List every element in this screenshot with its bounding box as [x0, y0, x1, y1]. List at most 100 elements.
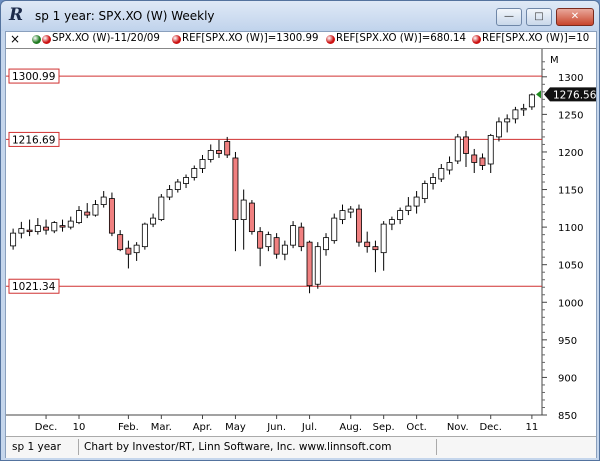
title-bar[interactable]: R sp 1 year: SPX.XO (W) Weekly — □ ✕	[1, 1, 599, 31]
plot-area	[6, 49, 542, 415]
candle-body	[67, 220, 74, 228]
candle-body	[10, 232, 17, 247]
candle-body	[117, 234, 124, 251]
y-tick-label: 950	[558, 336, 577, 347]
last-price-label: 1276.56	[553, 89, 596, 101]
candle-body	[240, 199, 247, 220]
candle-body	[26, 229, 33, 233]
candle-body	[125, 247, 132, 255]
candle-body	[59, 225, 66, 228]
x-tick-label: Oct.	[406, 422, 426, 433]
reference-line-label: 1216.69	[12, 134, 55, 146]
candle-body	[438, 168, 445, 180]
close-button[interactable]: ✕	[556, 8, 594, 26]
candle-body	[463, 136, 469, 154]
candle-body	[84, 211, 91, 216]
reference-line-label: 1021.34	[12, 281, 56, 293]
candle-body	[265, 234, 272, 248]
candle-body	[405, 205, 412, 211]
candle-body	[339, 210, 346, 220]
candle-body	[430, 177, 437, 184]
candle-body	[446, 162, 453, 171]
x-tick-label: Apr.	[193, 422, 213, 433]
y-tick-label: 850	[558, 411, 577, 422]
candle-body	[199, 159, 206, 169]
status-bar: sp 1 year Chart by Investor/RT, Linn Sof…	[6, 436, 596, 458]
candle-body	[323, 237, 329, 251]
candle-body	[454, 136, 461, 162]
candle-body	[166, 189, 173, 198]
candle-body	[174, 181, 181, 190]
m-label: M	[550, 55, 559, 66]
candle-body	[413, 196, 420, 207]
candle-body	[314, 246, 321, 285]
candle-body	[397, 210, 404, 220]
candle-body	[141, 223, 148, 248]
candle-body	[356, 208, 362, 243]
x-tick-label: Jul.	[301, 422, 317, 433]
candle-body	[306, 241, 313, 287]
window-title: sp 1 year: SPX.XO (W) Weekly	[35, 9, 215, 23]
candle-body	[504, 118, 511, 123]
candle-body	[479, 157, 486, 166]
candle-body	[150, 217, 157, 225]
candle-body	[495, 121, 502, 138]
candle-body	[216, 150, 222, 154]
candle-body	[528, 94, 535, 108]
candle-body	[92, 204, 99, 216]
candle-body	[364, 241, 371, 248]
candlestick-chart: M 1300.99 1216.69 1021.34 850 900 950 1000 105…	[6, 49, 596, 433]
y-tick-label: 1300	[558, 73, 583, 84]
chart-client-area: × SPX.XO (W)-11/20/09 REF[SPX.XO (W)]=13…	[5, 31, 597, 458]
reference-line-label: 1300.99	[12, 71, 55, 83]
x-tick-label: 10	[73, 422, 86, 433]
candle-body	[191, 168, 198, 178]
candle-body	[257, 231, 264, 249]
status-divider	[436, 439, 437, 455]
candle-body	[34, 225, 41, 233]
x-tick-label: Aug.	[339, 422, 362, 433]
candle-body	[232, 157, 239, 220]
status-divider	[78, 439, 79, 455]
y-tick-label: 1250	[558, 110, 583, 121]
candle-body	[108, 198, 115, 234]
candle-body	[51, 222, 58, 232]
candle-body	[273, 237, 280, 255]
y-tick-label: 900	[558, 373, 577, 384]
x-tick-label: Feb.	[118, 422, 139, 433]
candle-body	[76, 210, 82, 224]
x-tick-label: 11	[526, 422, 539, 433]
y-tick-label: 1100	[558, 223, 583, 234]
candle-body	[471, 154, 478, 163]
x-tick-label: Mar.	[151, 422, 172, 433]
candle-body	[207, 150, 214, 160]
chart-window: R sp 1 year: SPX.XO (W) Weekly — □ ✕ × S…	[0, 0, 600, 461]
x-tick-label: Dec.	[35, 422, 58, 433]
candle-body	[183, 177, 189, 184]
candle-body	[512, 109, 519, 120]
candle-body	[158, 196, 165, 220]
candle-body	[347, 208, 354, 213]
maximize-button[interactable]: □	[526, 8, 552, 26]
candle-body	[133, 244, 140, 254]
candle-body	[520, 107, 527, 111]
candle-body	[372, 246, 379, 251]
candle-body	[248, 202, 255, 233]
candle-body	[100, 196, 107, 205]
status-chart-name: sp 1 year	[12, 441, 61, 453]
candle-body	[421, 183, 428, 199]
y-tick-label: 1200	[558, 148, 583, 159]
candle-body	[487, 135, 494, 165]
candle-body	[380, 223, 387, 254]
y-tick-label: 1000	[558, 298, 583, 309]
x-tick-label: Dec.	[479, 422, 502, 433]
x-tick-label: May	[225, 422, 246, 433]
x-tick-label: Jun.	[266, 422, 286, 433]
candle-body	[18, 228, 25, 234]
minimize-button[interactable]: —	[496, 8, 522, 26]
candle-body	[298, 226, 305, 248]
x-tick-label: Nov.	[447, 422, 469, 433]
candle-body	[290, 225, 297, 246]
candle-body	[224, 141, 231, 156]
y-tick-label: 1150	[558, 186, 583, 197]
